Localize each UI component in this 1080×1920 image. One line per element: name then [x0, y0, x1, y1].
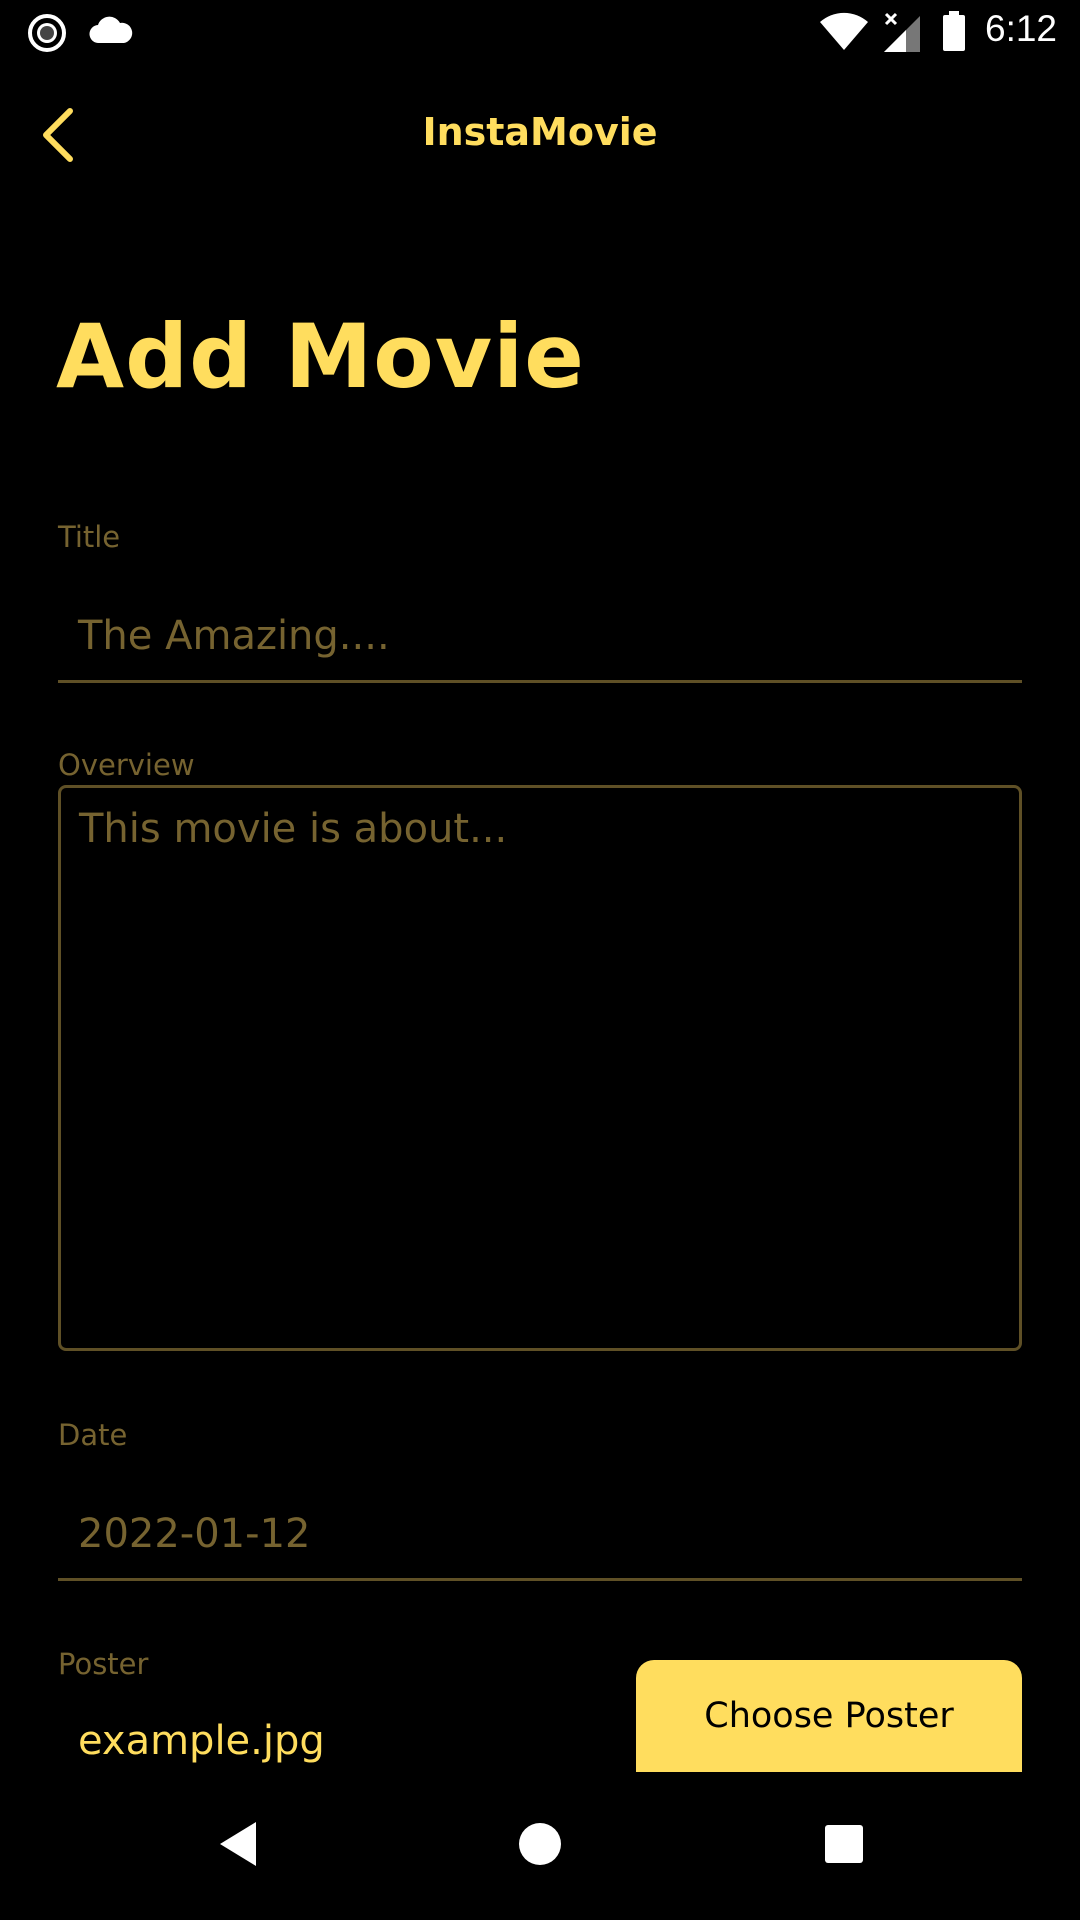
overview-placeholder: This movie is about...	[79, 806, 508, 852]
poster-filename: example.jpg	[78, 1718, 325, 1764]
app-title: InstaMovie	[422, 110, 658, 154]
navigation-bar	[0, 1772, 1080, 1920]
app-bar: InstaMovie	[0, 80, 1080, 190]
nav-home-icon	[519, 1823, 561, 1865]
status-bar: 6:12	[0, 0, 1080, 63]
nav-recents-icon	[825, 1825, 863, 1863]
title-placeholder: The Amazing....	[78, 613, 390, 659]
poster-label: Poster	[58, 1647, 149, 1681]
nav-back-button[interactable]	[208, 1814, 268, 1874]
nav-home-button[interactable]	[510, 1814, 570, 1874]
cloud-icon	[89, 16, 133, 44]
signal-icon	[884, 12, 920, 52]
title-field[interactable]: The Amazing....	[58, 593, 1022, 683]
title-label: Title	[58, 520, 121, 554]
date-field[interactable]: 2022-01-12	[58, 1491, 1022, 1581]
choose-poster-button[interactable]: Choose Poster	[636, 1660, 1022, 1772]
overview-label: Overview	[58, 748, 195, 782]
overview-field[interactable]: This movie is about...	[58, 785, 1022, 1351]
battery-icon	[943, 11, 965, 51]
record-icon	[28, 14, 66, 52]
date-label: Date	[58, 1418, 128, 1452]
date-value: 2022-01-12	[78, 1511, 311, 1557]
nav-recents-button[interactable]	[814, 1814, 874, 1874]
status-time: 6:12	[985, 8, 1058, 49]
page-title: Add Movie	[56, 305, 585, 408]
wifi-icon	[820, 12, 868, 51]
nav-back-icon	[220, 1822, 256, 1866]
